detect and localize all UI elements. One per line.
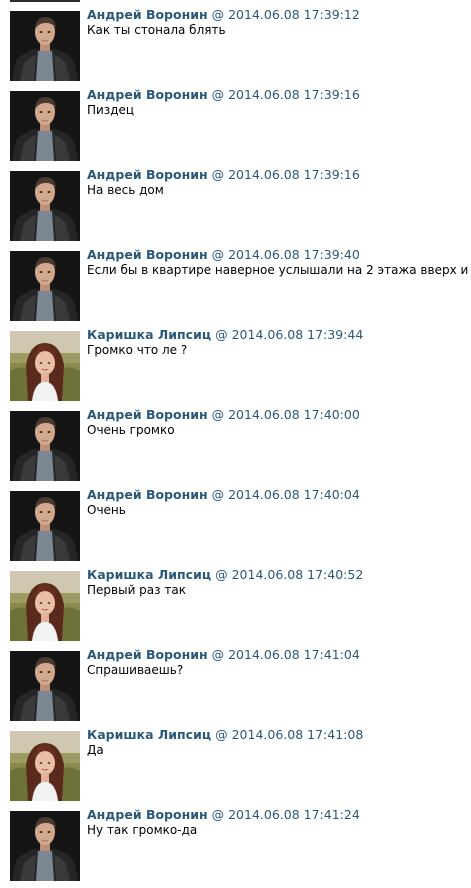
message-text: Ну так громко-да: [87, 823, 198, 837]
andrey-avatar[interactable]: [10, 91, 80, 161]
timestamp: 2014.06.08 17:39:16: [228, 87, 360, 102]
message-text: Первый раз так: [87, 583, 186, 597]
author-link[interactable]: Андрей Воронин: [87, 647, 208, 662]
author-link[interactable]: Каришка Липсиц: [87, 727, 211, 742]
message-item: Андрей Воронин @ 2014.06.08 17:39:16 Пиз…: [0, 80, 471, 161]
author-link[interactable]: Андрей Воронин: [87, 487, 208, 502]
andrey-avatar[interactable]: [10, 651, 80, 721]
message-text: Громко что ле ?: [87, 343, 188, 357]
message-meta: Андрей Воронин @ 2014.06.08 17:40:00: [87, 407, 360, 422]
at-sign: @: [211, 167, 225, 182]
andrey-avatar[interactable]: [10, 11, 80, 81]
timestamp: 2014.06.08 17:40:04: [228, 487, 360, 502]
message-meta: Андрей Воронин @ 2014.06.08 17:41:04: [87, 647, 360, 662]
message-text: Пиздец: [87, 103, 135, 117]
message-item: Андрей Воронин @ 2014.06.08 17:41:24 Ну …: [0, 800, 471, 881]
author-link[interactable]: Андрей Воронин: [87, 247, 208, 262]
timestamp: 2014.06.08 17:39:12: [228, 7, 360, 22]
message-item: Андрей Воронин @ 2014.06.08 17:39:12 Как…: [0, 0, 471, 81]
at-sign: @: [215, 727, 228, 742]
author-link[interactable]: Андрей Воронин: [87, 87, 208, 102]
message-text: Очень громко: [87, 423, 175, 437]
message-meta: Андрей Воронин @ 2014.06.08 17:39:16: [87, 167, 360, 182]
at-sign: @: [215, 327, 228, 342]
message-item: Каришка Липсиц @ 2014.06.08 17:41:08 Да: [0, 720, 471, 801]
message-text: Да: [87, 743, 104, 757]
message-meta: Андрей Воронин @ 2014.06.08 17:39:12: [87, 7, 360, 22]
andrey-avatar[interactable]: [10, 491, 80, 561]
timestamp: 2014.06.08 17:39:44: [231, 327, 364, 342]
andrey-avatar[interactable]: [10, 251, 80, 321]
message-item: Андрей Воронин @ 2014.06.08 17:40:04 Оче…: [0, 480, 471, 561]
timestamp: 2014.06.08 17:41:24: [228, 807, 360, 822]
message-item: Каришка Липсиц @ 2014.06.08 17:40:52 Пер…: [0, 560, 471, 641]
message-item: Андрей Воронин @ 2014.06.08 17:41:04 Спр…: [0, 640, 471, 721]
message-text: На весь дом: [87, 183, 164, 197]
timestamp: 2014.06.08 17:40:52: [231, 567, 364, 582]
message-meta: Каришка Липсиц @ 2014.06.08 17:41:08: [87, 727, 363, 742]
message-text: Очень: [87, 503, 126, 517]
message-item: Андрей Воронин @ 2014.06.08 17:40:00 Оче…: [0, 400, 471, 481]
message-text: Как ты стонала блять: [87, 23, 226, 37]
andrey-avatar[interactable]: [10, 811, 80, 881]
karishka-avatar[interactable]: [10, 331, 80, 401]
message-item: Андрей Воронин @ 2014.06.08 17:39:16 На …: [0, 160, 471, 241]
message-text: Спрашиваешь?: [87, 663, 184, 677]
message-thread: Андрей Воронин @ 2014.06.08 17:39:12 Как…: [0, 0, 471, 888]
andrey-avatar[interactable]: [10, 171, 80, 241]
message-meta: Андрей Воронин @ 2014.06.08 17:39:16: [87, 87, 360, 102]
timestamp: 2014.06.08 17:39:40: [228, 247, 360, 262]
andrey-avatar[interactable]: [10, 411, 80, 481]
author-link[interactable]: Каришка Липсиц: [87, 567, 211, 582]
at-sign: @: [211, 647, 225, 662]
timestamp: 2014.06.08 17:41:08: [231, 727, 364, 742]
message-meta: Андрей Воронин @ 2014.06.08 17:40:04: [87, 487, 360, 502]
timestamp: 2014.06.08 17:41:04: [228, 647, 360, 662]
at-sign: @: [211, 87, 225, 102]
message-item: Каришка Липсиц @ 2014.06.08 17:39:44 Гро…: [0, 320, 471, 401]
message-meta: Каришка Липсиц @ 2014.06.08 17:40:52: [87, 567, 363, 582]
author-link[interactable]: Каришка Липсиц: [87, 327, 211, 342]
at-sign: @: [211, 247, 225, 262]
author-link[interactable]: Андрей Воронин: [87, 407, 208, 422]
author-link[interactable]: Андрей Воронин: [87, 807, 208, 822]
message-text: Если бы в квартире наверное услышали на …: [87, 263, 471, 277]
at-sign: @: [215, 567, 228, 582]
author-link[interactable]: Андрей Воронин: [87, 7, 208, 22]
at-sign: @: [211, 7, 225, 22]
message-meta: Каришка Липсиц @ 2014.06.08 17:39:44: [87, 327, 363, 342]
message-meta: Андрей Воронин @ 2014.06.08 17:39:40: [87, 247, 360, 262]
karishka-avatar[interactable]: [10, 731, 80, 801]
at-sign: @: [211, 807, 225, 822]
message-item: Андрей Воронин @ 2014.06.08 17:39:40 Есл…: [0, 240, 471, 321]
message-meta: Андрей Воронин @ 2014.06.08 17:41:24: [87, 807, 360, 822]
at-sign: @: [211, 407, 225, 422]
timestamp: 2014.06.08 17:40:00: [228, 407, 360, 422]
timestamp: 2014.06.08 17:39:16: [228, 167, 360, 182]
karishka-avatar[interactable]: [10, 571, 80, 641]
at-sign: @: [211, 487, 225, 502]
author-link[interactable]: Андрей Воронин: [87, 167, 208, 182]
